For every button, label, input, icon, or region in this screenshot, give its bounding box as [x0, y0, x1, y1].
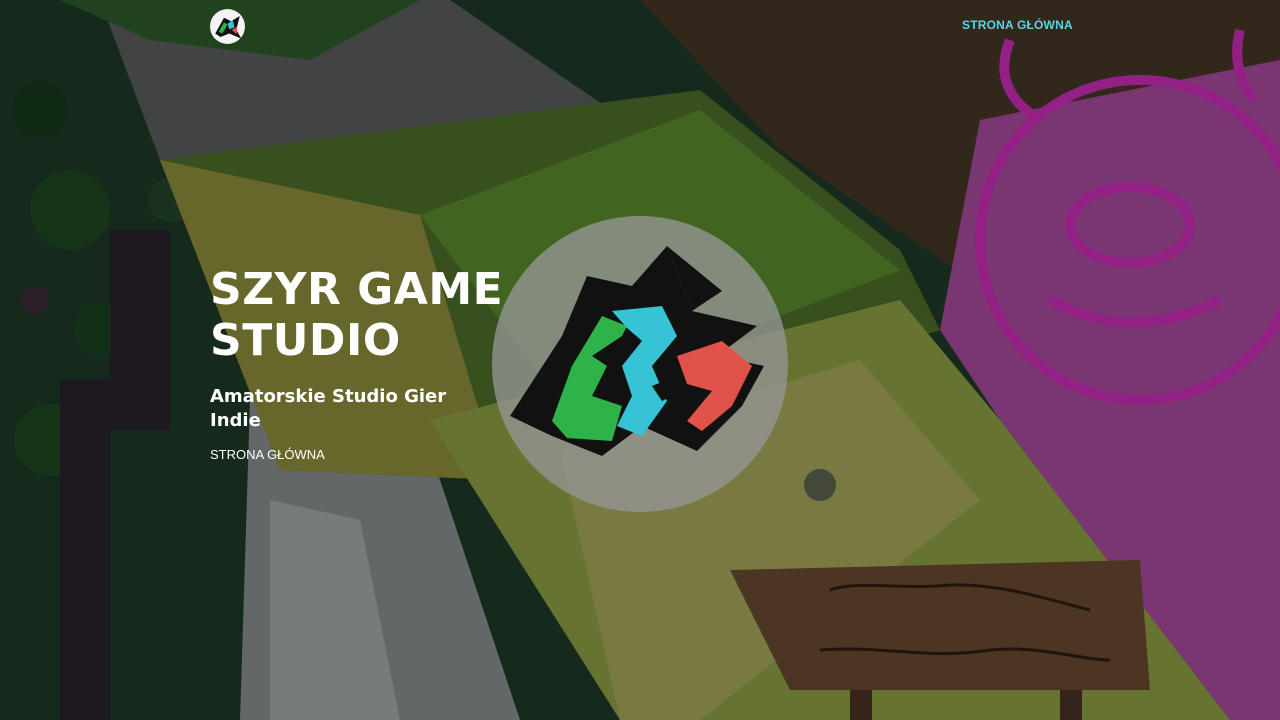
nav-home-link[interactable]: STRONA GŁÓWNA [962, 18, 1073, 32]
szyr-game-studio-logo-icon [510, 246, 764, 456]
szyr-game-studio-logo-icon [215, 16, 242, 39]
page-subtitle: Amatorskie Studio Gier Indie [210, 386, 447, 431]
hero-section: STRONA GŁÓWNA SZYR GAME STUDIO Amatorski… [0, 0, 1280, 720]
breadcrumb-home-link[interactable]: STRONA GŁÓWNA [210, 447, 325, 462]
studio-emblem [492, 216, 788, 512]
page-title: SZYR GAME STUDIO [210, 264, 504, 366]
nav-logo-link[interactable] [210, 9, 245, 44]
